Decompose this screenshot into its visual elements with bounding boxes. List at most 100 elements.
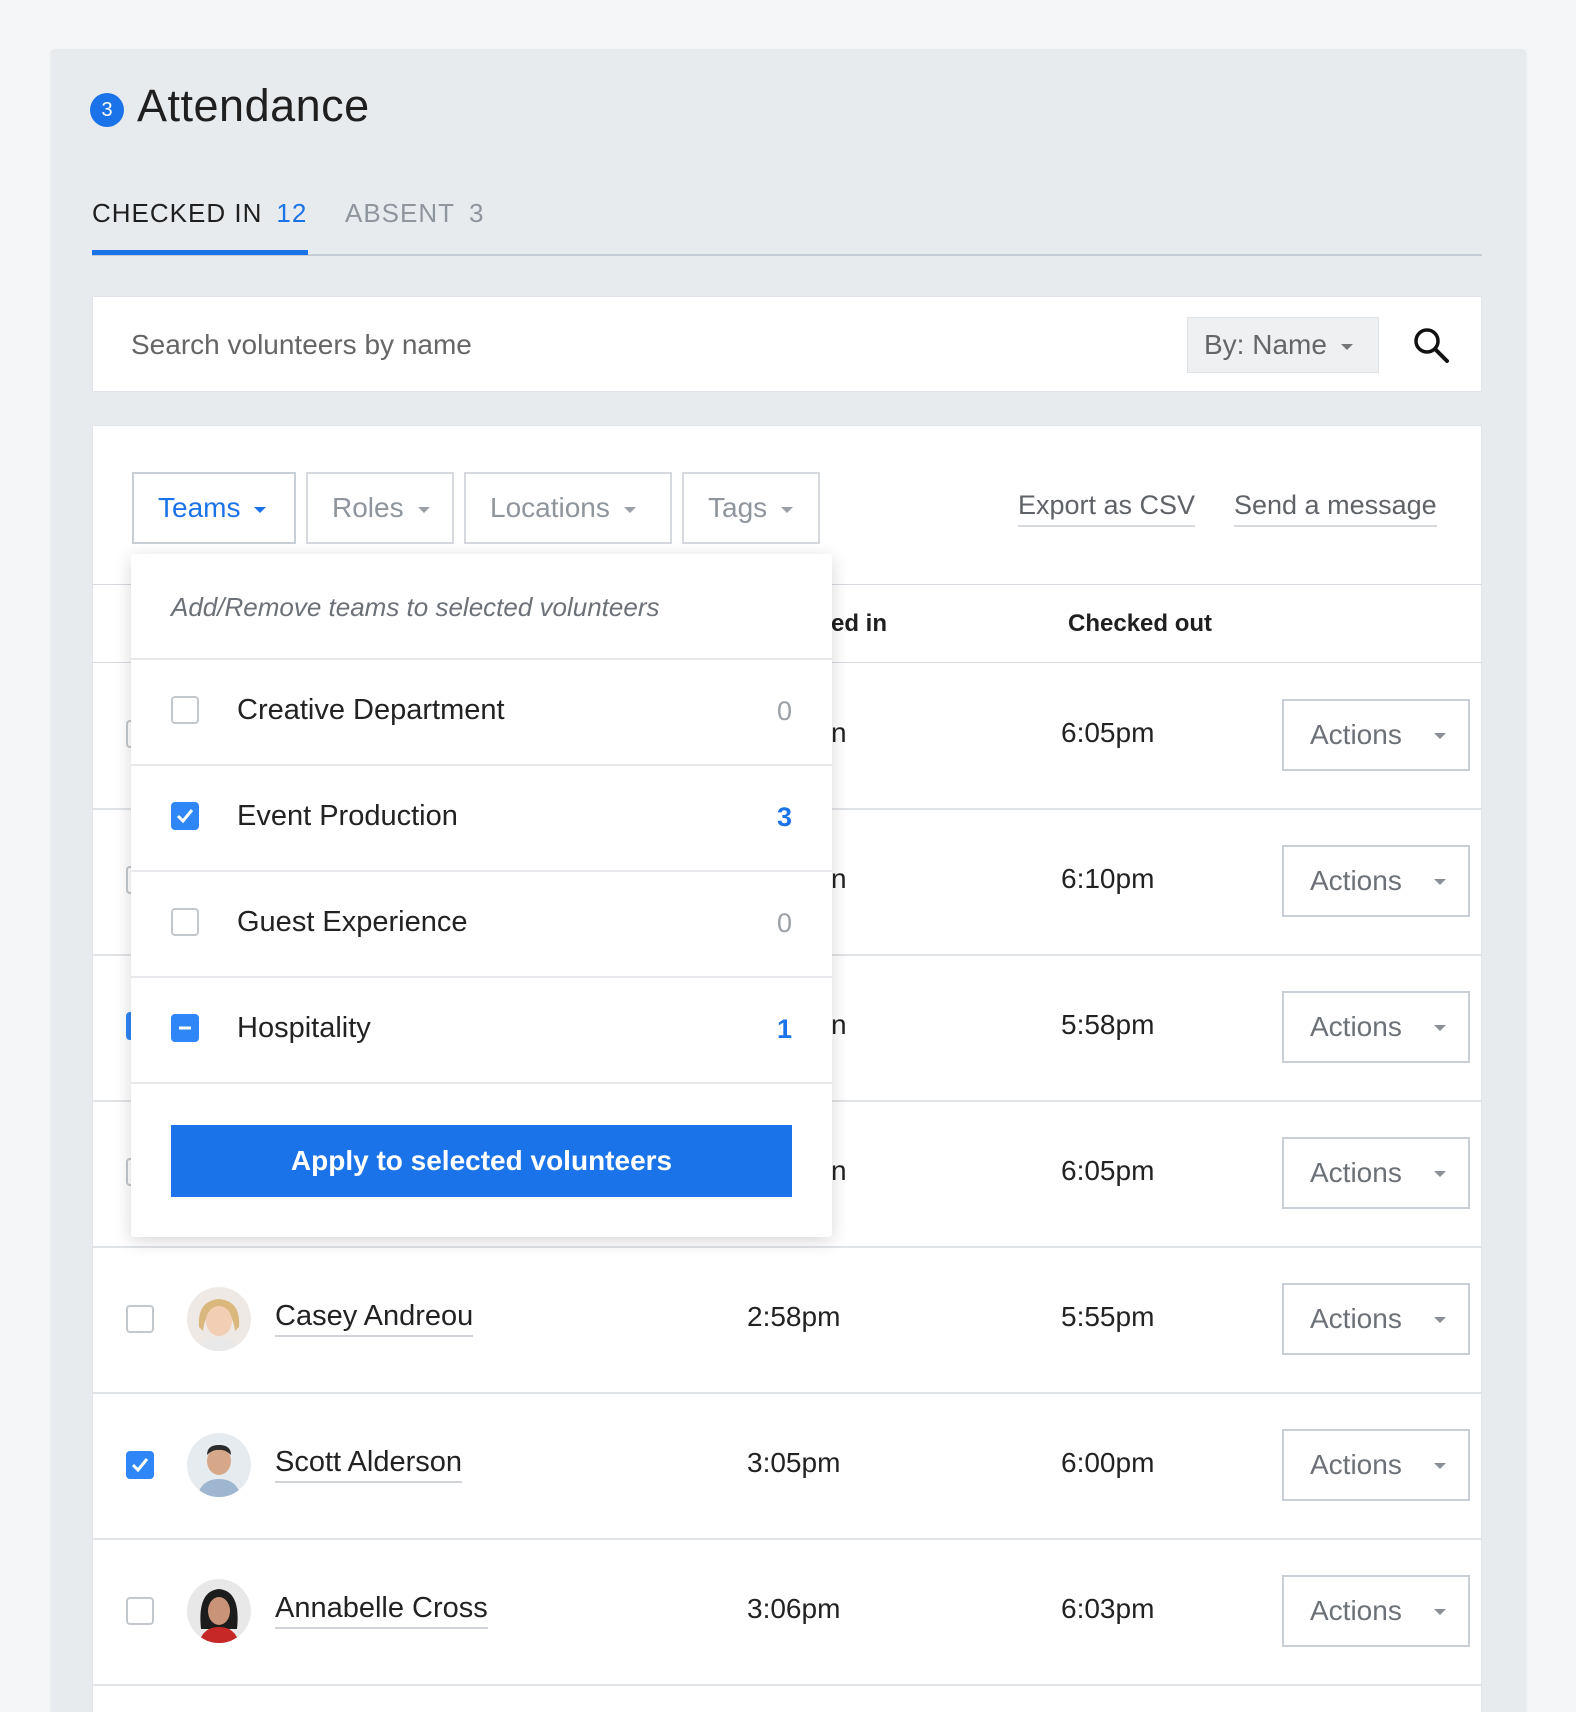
tab-checked-in[interactable]: CHECKED IN 12 bbox=[92, 198, 307, 229]
checked-out-time: 6:03pm bbox=[1061, 1593, 1155, 1624]
chevron-down-icon bbox=[1434, 1025, 1446, 1031]
team-checkbox-hospitality[interactable] bbox=[171, 1014, 199, 1042]
checked-in-time: 2:58pm bbox=[747, 1301, 841, 1332]
export-csv-link[interactable]: Export as CSV bbox=[1018, 490, 1196, 527]
apply-to-selected-button[interactable]: Apply to selected volunteers bbox=[171, 1125, 792, 1197]
actions-dropdown[interactable]: Actions bbox=[1282, 699, 1470, 771]
team-count: 1 bbox=[776, 1014, 792, 1044]
volunteer-name-link[interactable]: Scott Alderson bbox=[275, 1446, 462, 1483]
dropdown-divider bbox=[131, 1082, 832, 1084]
chevron-down-icon bbox=[1434, 1609, 1446, 1615]
dropdown-hint: Add/Remove teams to selected volunteers bbox=[171, 592, 660, 622]
row-divider bbox=[92, 1538, 1482, 1540]
avatar bbox=[187, 1287, 251, 1351]
filter-locations[interactable]: Locations bbox=[464, 472, 672, 544]
tab-label: ABSENT bbox=[345, 198, 456, 228]
actions-label: Actions bbox=[1310, 1595, 1402, 1626]
actions-label: Actions bbox=[1310, 1011, 1402, 1042]
indeterminate-icon bbox=[179, 1026, 191, 1030]
chevron-down-icon bbox=[1340, 343, 1353, 350]
checked-out-time: 5:55pm bbox=[1061, 1301, 1155, 1332]
tab-count: 3 bbox=[469, 198, 485, 228]
team-label: Event Production bbox=[237, 800, 458, 832]
actions-label: Actions bbox=[1310, 719, 1402, 750]
row-checkbox[interactable] bbox=[126, 1451, 154, 1479]
actions-dropdown[interactable]: Actions bbox=[1282, 1137, 1470, 1209]
actions-label: Actions bbox=[1310, 1449, 1402, 1480]
checkmark-icon bbox=[131, 1458, 149, 1473]
search-bar: By: Name bbox=[92, 296, 1482, 392]
row-divider bbox=[92, 1392, 1482, 1394]
dropdown-divider bbox=[131, 976, 832, 978]
filter-teams[interactable]: Teams bbox=[132, 472, 296, 544]
checked-in-time: 3:05pm bbox=[747, 1447, 841, 1478]
actions-dropdown[interactable]: Actions bbox=[1282, 1575, 1470, 1647]
row-checkbox[interactable] bbox=[126, 1597, 154, 1625]
actions-label: Actions bbox=[1310, 1157, 1402, 1188]
team-checkbox-event-production[interactable] bbox=[171, 802, 199, 830]
chevron-down-icon bbox=[1434, 1171, 1446, 1177]
team-label: Hospitality bbox=[237, 1012, 371, 1044]
filter-label: Teams bbox=[158, 492, 241, 523]
row-checkbox[interactable] bbox=[126, 1305, 154, 1333]
filter-label: Locations bbox=[490, 492, 610, 523]
checked-out-time: 5:58pm bbox=[1061, 1009, 1155, 1040]
chevron-down-icon bbox=[1434, 879, 1446, 885]
team-checkbox-guest-experience[interactable] bbox=[171, 908, 199, 936]
checkmark-icon bbox=[176, 809, 194, 824]
chevron-down-icon bbox=[1434, 1317, 1446, 1323]
filter-label: Tags bbox=[708, 492, 768, 523]
filter-tags[interactable]: Tags bbox=[682, 472, 820, 544]
search-input[interactable] bbox=[131, 323, 1031, 367]
actions-label: Actions bbox=[1310, 865, 1402, 896]
active-tab-indicator bbox=[92, 250, 308, 255]
column-header-checked-in: ed in bbox=[831, 610, 888, 637]
avatar bbox=[187, 1579, 251, 1643]
actions-dropdown[interactable]: Actions bbox=[1282, 991, 1470, 1063]
actions-dropdown[interactable]: Actions bbox=[1282, 1429, 1470, 1501]
send-message-link[interactable]: Send a message bbox=[1234, 490, 1437, 527]
checked-out-time: 6:05pm bbox=[1061, 1155, 1155, 1186]
tab-count: 12 bbox=[276, 198, 308, 228]
chevron-down-icon bbox=[623, 506, 636, 513]
tab-label: CHECKED IN bbox=[92, 198, 263, 228]
chevron-down-icon bbox=[417, 506, 430, 513]
volunteer-name-link[interactable]: Casey Andreou bbox=[275, 1300, 474, 1337]
tab-absent[interactable]: ABSENT 3 bbox=[345, 198, 485, 229]
checked-out-time: 6:00pm bbox=[1061, 1447, 1155, 1478]
team-count: 0 bbox=[776, 696, 792, 726]
column-header-checked-out: Checked out bbox=[1068, 610, 1213, 637]
actions-dropdown[interactable]: Actions bbox=[1282, 845, 1470, 917]
checked-in-time: n bbox=[831, 1155, 847, 1186]
team-count: 3 bbox=[776, 802, 792, 832]
avatar bbox=[187, 1433, 251, 1497]
chevron-down-icon bbox=[1434, 1463, 1446, 1469]
search-by-label: By: Name bbox=[1204, 329, 1327, 360]
page-title: Attendance bbox=[137, 80, 370, 131]
chevron-down-icon bbox=[1434, 733, 1446, 739]
dropdown-divider bbox=[131, 764, 832, 766]
checked-out-time: 6:10pm bbox=[1061, 863, 1155, 894]
search-icon[interactable] bbox=[1411, 325, 1451, 365]
chevron-down-icon bbox=[781, 506, 794, 513]
team-checkbox-creative-department[interactable] bbox=[171, 696, 199, 724]
actions-dropdown[interactable]: Actions bbox=[1282, 1283, 1470, 1355]
volunteer-name-link[interactable]: Annabelle Cross bbox=[275, 1592, 488, 1629]
filter-roles[interactable]: Roles bbox=[306, 472, 454, 544]
checked-in-time: n bbox=[831, 863, 847, 894]
checked-out-time: 6:05pm bbox=[1061, 717, 1155, 748]
step-badge: 3 bbox=[90, 93, 124, 127]
actions-label: Actions bbox=[1310, 1303, 1402, 1334]
search-by-select[interactable]: By: Name bbox=[1187, 317, 1379, 373]
filter-label: Roles bbox=[332, 492, 404, 523]
teams-dropdown-menu: Add/Remove teams to selected volunteers … bbox=[131, 554, 832, 1237]
team-label: Creative Department bbox=[237, 694, 505, 726]
checked-in-time: 3:06pm bbox=[747, 1593, 841, 1624]
team-label: Guest Experience bbox=[237, 906, 468, 938]
dropdown-divider bbox=[131, 870, 832, 872]
checked-in-time: n bbox=[831, 717, 847, 748]
row-divider bbox=[92, 1246, 1482, 1248]
dropdown-divider bbox=[131, 658, 832, 660]
team-count: 0 bbox=[776, 908, 792, 938]
chevron-down-icon bbox=[254, 506, 267, 513]
